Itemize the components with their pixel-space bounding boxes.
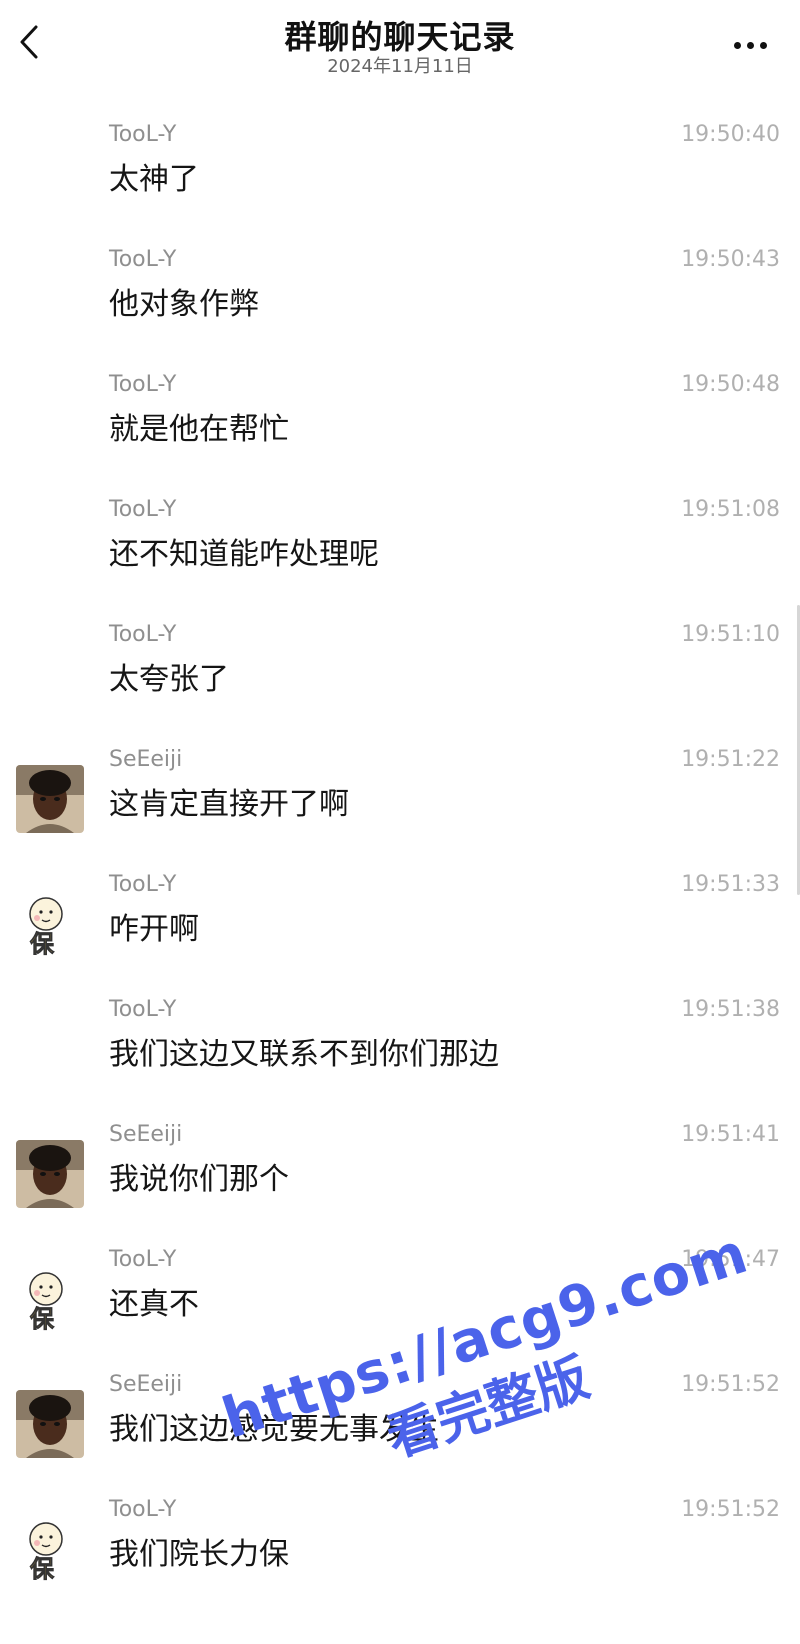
message-time: 19:51:22 [681, 747, 780, 772]
message-time: 19:50:40 [681, 122, 780, 147]
message-time: 19:50:48 [681, 372, 780, 397]
message-item: SeEeiji 19:51:52 我们这边感觉要无事发生 [0, 1365, 800, 1490]
sender-name: TooL-Y [109, 1497, 177, 1522]
sender-name: TooL-Y [109, 497, 177, 522]
sender-name: TooL-Y [109, 622, 177, 647]
avatar[interactable]: 保 [16, 1265, 84, 1333]
svg-text:保: 保 [29, 1305, 55, 1333]
message-item: 保 TooL-Y 19:51:33 咋开啊 [0, 865, 800, 990]
cartoon-baby-avatar-icon: 保 [16, 890, 84, 958]
message-item: SeEeiji 19:51:41 我说你们那个 [0, 1115, 800, 1240]
avatar[interactable]: 保 [16, 1515, 84, 1583]
message-time: 19:51:38 [681, 997, 780, 1022]
user-photo-avatar-icon [16, 1390, 84, 1458]
user-photo-avatar-icon [16, 1140, 84, 1208]
message-item: SeEeiji 19:51:22 这肯定直接开了啊 [0, 740, 800, 865]
message-text: 咋开啊 [109, 912, 199, 947]
avatar[interactable] [16, 1140, 84, 1208]
sender-name: TooL-Y [109, 997, 177, 1022]
message-time: 19:50:43 [681, 247, 780, 272]
message-text: 还不知道能咋处理呢 [109, 537, 379, 572]
message-time: 19:51:52 [681, 1372, 780, 1397]
message-time: 19:51:10 [681, 622, 780, 647]
message-time: 19:51:52 [681, 1497, 780, 1522]
message-text: 他对象作弊 [109, 287, 259, 322]
message-item: TooL-Y 19:51:10 太夸张了 [0, 615, 800, 740]
message-item: TooL-Y 19:50:40 太神了 [0, 115, 800, 240]
message-text: 我说你们那个 [109, 1162, 289, 1197]
sender-name: SeEeiji [109, 1122, 183, 1147]
message-text: 太神了 [109, 162, 199, 197]
sender-name: SeEeiji [109, 747, 183, 772]
message-text: 我们这边感觉要无事发生 [109, 1412, 439, 1447]
message-text: 就是他在帮忙 [109, 412, 289, 447]
sender-name: TooL-Y [109, 372, 177, 397]
sender-name: TooL-Y [109, 1247, 177, 1272]
avatar[interactable]: 保 [16, 890, 84, 958]
message-text: 我们院长力保 [109, 1537, 289, 1572]
message-time: 19:51:47 [681, 1247, 780, 1272]
message-text: 我们这边又联系不到你们那边 [109, 1037, 499, 1072]
message-item: TooL-Y 19:51:38 我们这边又联系不到你们那边 [0, 990, 800, 1115]
message-item: 保 TooL-Y 19:51:52 我们院长力保 [0, 1490, 800, 1615]
message-item: TooL-Y 19:50:43 他对象作弊 [0, 240, 800, 365]
message-item: TooL-Y 19:51:08 还不知道能咋处理呢 [0, 490, 800, 615]
message-time: 19:51:33 [681, 872, 780, 897]
svg-text:保: 保 [29, 1555, 55, 1583]
cartoon-baby-avatar-icon: 保 [16, 1515, 84, 1583]
sender-name: TooL-Y [109, 122, 177, 147]
user-photo-avatar-icon [16, 765, 84, 833]
cartoon-baby-avatar-icon: 保 [16, 1265, 84, 1333]
avatar[interactable] [16, 1390, 84, 1458]
message-text: 还真不 [109, 1287, 199, 1322]
message-time: 19:51:41 [681, 1122, 780, 1147]
sender-name: SeEeiji [109, 1372, 183, 1397]
message-list[interactable]: TooL-Y 19:50:40 太神了 TooL-Y 19:50:43 他对象作… [0, 0, 800, 1644]
message-text: 太夸张了 [109, 662, 229, 697]
sender-name: TooL-Y [109, 247, 177, 272]
message-time: 19:51:08 [681, 497, 780, 522]
svg-text:保: 保 [29, 930, 55, 958]
avatar[interactable] [16, 765, 84, 833]
message-item: TooL-Y 19:50:48 就是他在帮忙 [0, 365, 800, 490]
sender-name: TooL-Y [109, 872, 177, 897]
message-item: 保 TooL-Y 19:51:47 还真不 [0, 1240, 800, 1365]
message-text: 这肯定直接开了啊 [109, 787, 349, 822]
